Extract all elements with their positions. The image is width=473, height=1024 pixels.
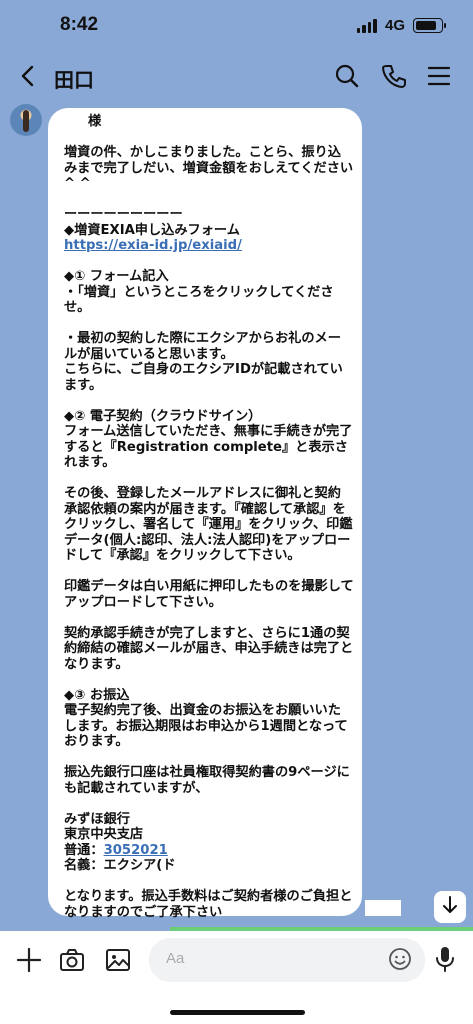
message-body-end: 名義：エクシア(ド となります。振込手数料はご契約者様のご負担となりますのでご了… — [64, 858, 353, 920]
form-link[interactable]: https://exia-id.jp/exiaid/ — [64, 238, 242, 253]
search-icon[interactable] — [334, 63, 360, 89]
chat-title: 田口 — [54, 68, 94, 92]
home-indicator — [170, 1010, 305, 1015]
emoji-icon[interactable] — [387, 946, 415, 974]
avatar[interactable] — [10, 104, 42, 136]
status-time: 8:42 — [60, 14, 99, 35]
phone-icon[interactable] — [381, 63, 407, 89]
image-icon[interactable] — [104, 946, 132, 974]
arrow-down-icon — [440, 895, 460, 919]
chat-header: 田口 — [0, 50, 473, 102]
network-type: 4G — [384, 17, 405, 34]
microphone-icon[interactable] — [432, 945, 460, 973]
account-number-link[interactable]: 3052021 — [104, 843, 168, 858]
hamburger-menu-icon[interactable] — [426, 63, 452, 89]
message-input-placeholder: Aa — [166, 950, 185, 967]
message-body-top: 増資の件、かしこまりました。ことら、振り込みまで完了しだい、増資金額をおしえてく… — [64, 145, 354, 238]
scroll-to-bottom-button[interactable] — [434, 891, 466, 923]
status-bar: 8:42 4G — [0, 0, 473, 50]
signal-icon — [356, 18, 377, 33]
status-indicators: 4G — [356, 17, 446, 34]
message-greeting: 様 — [88, 114, 102, 129]
message-text: 様 増資の件、かしこまりました。ことら、振り込みまで完了しだい、増資金額をおしえ… — [64, 114, 354, 920]
message-body-mid: ◆① フォーム記入 ・「増資」というところをクリックしてくださせ。 ・最初の契約… — [64, 269, 354, 858]
battery-icon — [413, 18, 446, 33]
read-indicator — [365, 900, 401, 916]
message-input[interactable] — [149, 938, 425, 982]
plus-icon[interactable] — [15, 946, 43, 974]
chevron-left-icon[interactable] — [16, 64, 40, 88]
camera-icon[interactable] — [58, 946, 86, 974]
